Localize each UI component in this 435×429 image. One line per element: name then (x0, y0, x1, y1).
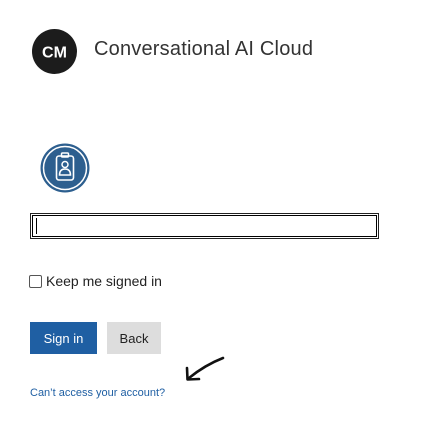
keep-signed-in-checkbox[interactable] (29, 274, 42, 288)
text-caret (36, 218, 37, 234)
keep-signed-in-row[interactable]: Keep me signed in (29, 272, 162, 290)
keep-signed-in-label: Keep me signed in (46, 273, 162, 289)
cant-access-account-link[interactable]: Can’t access your account? (30, 387, 165, 399)
id-badge-icon (39, 142, 91, 194)
cm-logo-icon: CM (32, 29, 77, 74)
account-input[interactable] (30, 213, 379, 239)
brand-name: Conversational AI Cloud (94, 38, 314, 60)
arrow-pointer-icon (183, 355, 227, 383)
sign-in-button[interactable]: Sign in (30, 322, 97, 354)
account-input-focus-ring (32, 215, 377, 237)
back-button[interactable]: Back (107, 322, 161, 354)
logo-text: CM (42, 45, 67, 62)
